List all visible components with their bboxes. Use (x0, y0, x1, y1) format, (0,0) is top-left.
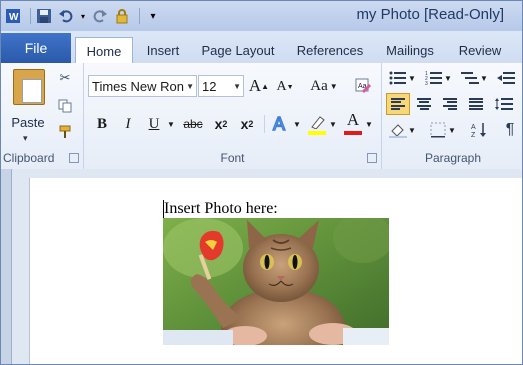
grow-font-button[interactable]: A ▲ (248, 75, 270, 97)
svg-text:3: 3 (425, 81, 428, 85)
font-group: Times New Ron ▼ 12 ▼ A ▲ A ▼ Aa ▼ Aa B I U … (84, 63, 382, 169)
tab-page-layout[interactable]: Page Layout (197, 37, 279, 63)
align-center-icon (417, 98, 431, 110)
paste-sheet-icon (22, 79, 42, 103)
show-formatting-marks-icon[interactable]: ¶ (498, 119, 522, 141)
align-right-icon (443, 98, 457, 110)
customize-toolbar-icon[interactable]: ▾ (144, 7, 162, 25)
chevron-down-icon: ▼ (233, 82, 241, 91)
highlight-pen-icon[interactable] (306, 111, 328, 133)
change-case-label: Aa (310, 77, 328, 94)
font-color-dropdown-icon[interactable]: ▼ (364, 113, 374, 135)
italic-button[interactable]: I (118, 113, 138, 135)
chevron-down-icon: ▼ (186, 82, 194, 91)
toolbar-separator (30, 8, 31, 24)
multilevel-list-icon[interactable] (458, 67, 482, 89)
change-case-button[interactable]: Aa ▼ (306, 75, 342, 97)
font-color-bar (344, 131, 362, 135)
paste-label: Paste (11, 115, 45, 130)
ribbon-home: Paste ▾ ✂ Clipboard Times New Ron ▼ 12 ▼ (1, 63, 522, 170)
tab-references[interactable]: References (293, 37, 367, 63)
underline-dropdown-icon[interactable]: ▼ (166, 113, 176, 135)
shrink-font-button[interactable]: A ▼ (274, 76, 296, 98)
copy-icon[interactable] (55, 97, 75, 115)
separator (264, 115, 265, 133)
save-icon[interactable] (35, 7, 53, 25)
decrease-indent-icon[interactable] (494, 67, 518, 89)
tab-mailings[interactable]: Mailings (380, 37, 440, 63)
sort-icon[interactable]: AZ (468, 119, 492, 141)
inserted-photo[interactable] (163, 218, 389, 345)
justify-button[interactable] (464, 93, 488, 115)
svg-text:A: A (273, 114, 285, 134)
bullets-dropdown-icon[interactable]: ▼ (408, 67, 416, 89)
subscript-button[interactable]: x2 (210, 113, 232, 135)
up-arrow-icon: ▲ (261, 81, 270, 91)
svg-text:W: W (9, 12, 19, 23)
ribbon-tabs: File Home Insert Page Layout References … (1, 31, 522, 65)
tab-insert[interactable]: Insert (141, 37, 185, 63)
font-launcher-icon[interactable] (367, 153, 377, 163)
multilevel-dropdown-icon[interactable]: ▼ (480, 67, 488, 89)
undo-icon[interactable] (57, 7, 75, 25)
down-arrow-icon: ▼ (286, 83, 294, 91)
strikethrough-button[interactable]: abc (180, 113, 206, 135)
clipboard-launcher-icon[interactable] (69, 153, 79, 163)
tab-file[interactable]: File (1, 33, 71, 63)
format-painter-icon[interactable] (55, 123, 75, 141)
undo-dropdown-icon[interactable]: ▾ (79, 7, 87, 25)
font-size-value: 12 (202, 78, 217, 94)
cut-icon[interactable]: ✂ (55, 69, 75, 87)
superscript-button[interactable]: x2 (236, 113, 258, 135)
window-title: my Photo [Read-Only] (356, 6, 504, 23)
align-left-icon (391, 98, 405, 110)
text-effects-dropdown-icon[interactable]: ▼ (292, 113, 302, 135)
chevron-down-icon: ▼ (329, 81, 338, 91)
svg-text:A: A (471, 124, 476, 131)
vertical-ruler (1, 169, 12, 364)
tab-review[interactable]: Review (453, 37, 507, 63)
quick-access-toolbar: W ▾ ▾ (4, 5, 166, 27)
highlight-dropdown-icon[interactable]: ▼ (328, 113, 338, 135)
shading-icon[interactable] (386, 119, 410, 141)
text-effects-icon[interactable]: A (270, 113, 292, 135)
grow-font-label: A (248, 76, 262, 95)
numbering-icon[interactable]: 123 (422, 67, 446, 89)
underline-button[interactable]: U (144, 113, 164, 135)
borders-dropdown-icon[interactable]: ▼ (448, 119, 456, 141)
font-group-label: Font (220, 151, 245, 165)
align-right-button[interactable] (438, 93, 462, 115)
cat-photo-image (163, 218, 389, 345)
line-spacing-icon[interactable] (492, 93, 516, 115)
word-app-icon[interactable]: W (4, 7, 22, 25)
align-left-button[interactable] (386, 93, 410, 115)
highlight-color-bar (308, 131, 326, 135)
paste-dropdown-icon[interactable]: ▾ (23, 133, 28, 144)
shrink-font-label: A (276, 79, 287, 94)
bullets-icon[interactable] (386, 67, 410, 89)
svg-text:Z: Z (471, 132, 476, 138)
font-size-combo[interactable]: 12 ▼ (198, 75, 244, 97)
shading-dropdown-icon[interactable]: ▼ (408, 119, 416, 141)
paragraph-group: ▼ 123 ▼ ▼ ▼ ▼ A Z ¶ Paragraph (382, 63, 522, 169)
bold-button[interactable]: B (92, 113, 112, 135)
title-bar: W ▾ ▾ my Photo [Read-Only] (1, 1, 522, 31)
clear-formatting-icon[interactable]: Aa (352, 75, 374, 97)
numbering-dropdown-icon[interactable]: ▼ (444, 67, 452, 89)
paste-button[interactable]: Paste ▾ (9, 67, 47, 145)
font-name-value: Times New Ron (92, 78, 184, 94)
clipboard-group: Paste ▾ ✂ Clipboard (1, 63, 84, 169)
borders-icon[interactable] (426, 119, 450, 141)
redo-icon[interactable] (91, 7, 109, 25)
lock-icon[interactable] (113, 7, 131, 25)
justify-icon (469, 98, 483, 110)
toolbar-separator (139, 8, 140, 24)
align-center-button[interactable] (412, 93, 436, 115)
word-window: W ▾ ▾ my Photo [Read-Only] File Home Ins… (0, 0, 523, 365)
font-color-button[interactable]: A (342, 109, 364, 131)
document-text[interactable]: Insert Photo here: (164, 200, 278, 218)
paragraph-group-label: Paragraph (424, 151, 482, 165)
font-name-combo[interactable]: Times New Ron ▼ (88, 75, 197, 97)
tab-home[interactable]: Home (75, 37, 133, 65)
